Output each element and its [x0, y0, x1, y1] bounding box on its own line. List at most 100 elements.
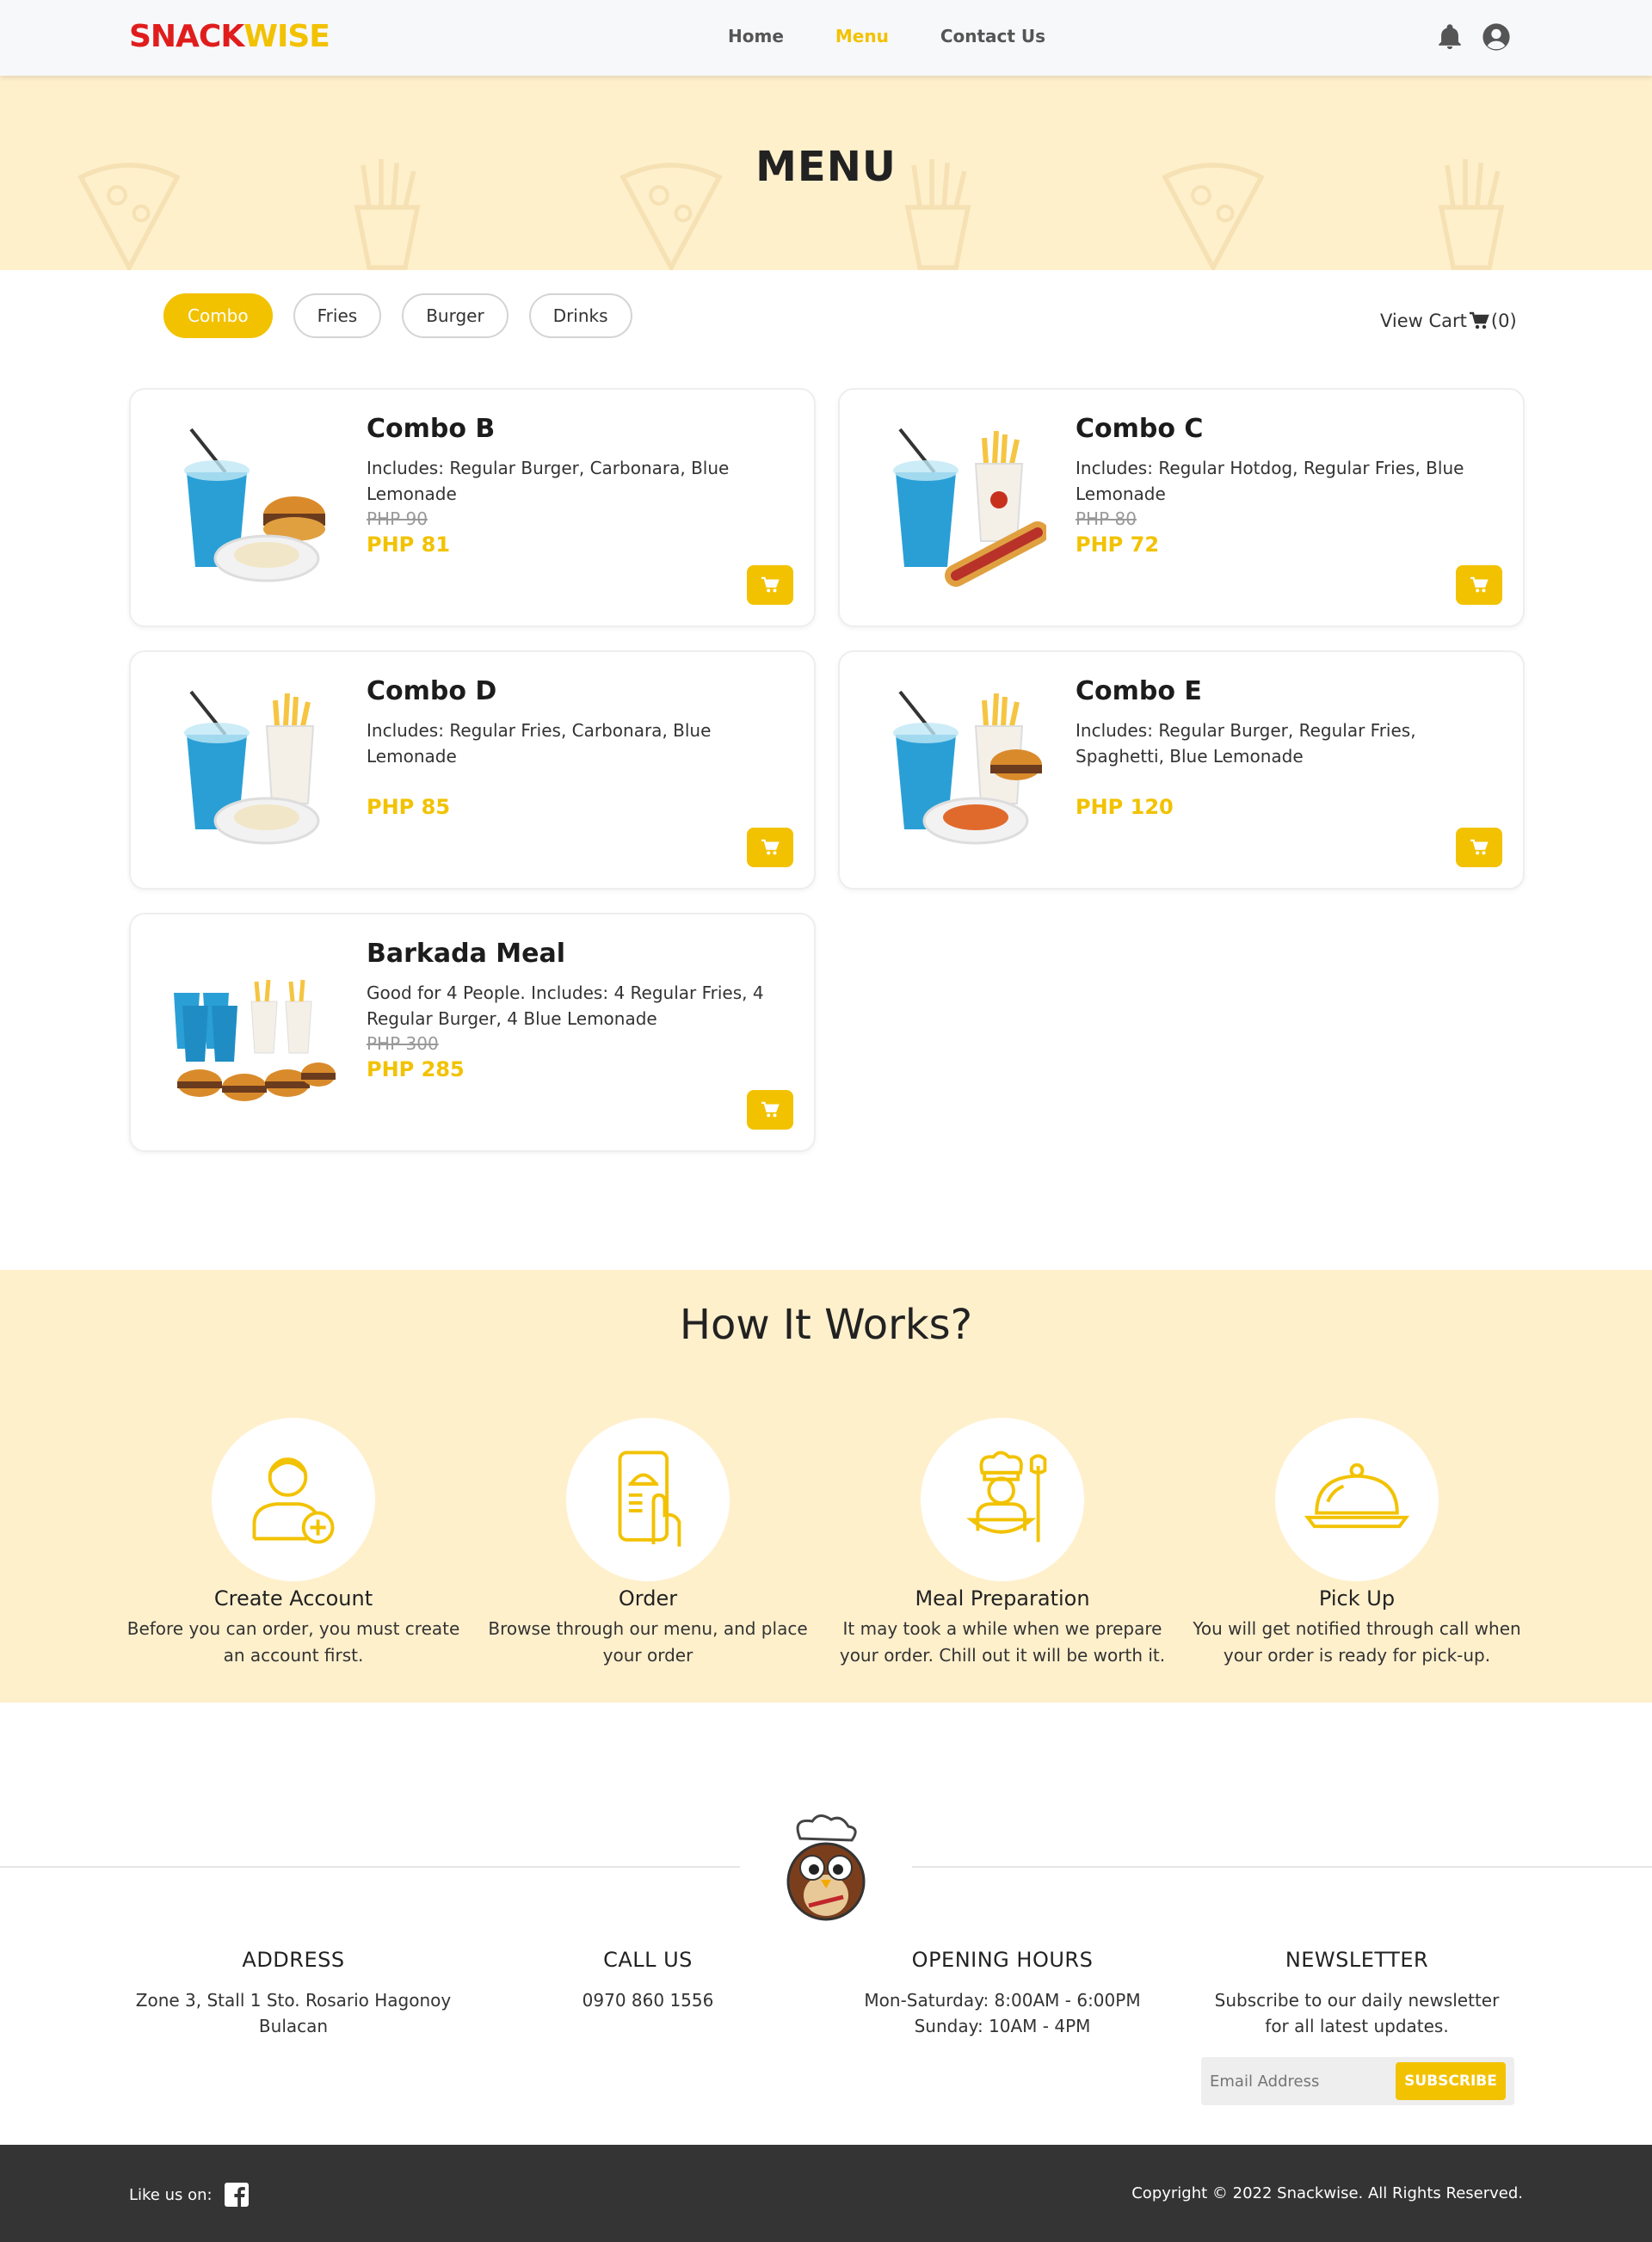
product-old-price: PHP 80	[1076, 508, 1137, 529]
step-description: Browse through our menu, and place your …	[488, 1618, 808, 1666]
product-card: Combo C Includes: Regular Hotdog, Regula…	[838, 388, 1525, 627]
cart-icon	[1469, 311, 1489, 330]
step-pick-up: Pick Up You will get notified through ca…	[1185, 1418, 1529, 1669]
product-price: PHP 120	[1076, 795, 1174, 819]
mobile-order-icon	[618, 1451, 681, 1547]
view-cart-link[interactable]: View Cart (0)	[1380, 311, 1517, 331]
product-card: Combo B Includes: Regular Burger, Carbon…	[129, 388, 816, 627]
combo-e-image	[893, 690, 1042, 845]
cart-icon	[761, 576, 780, 593]
footer-bottom-bar: Like us on: Copyright © 2022 Snackwise. …	[0, 2145, 1652, 2242]
brand-logo-part2: WISE	[243, 19, 330, 54]
add-to-cart-button[interactable]	[747, 565, 793, 605]
how-it-works-title: How It Works?	[679, 1301, 973, 1349]
cart-icon	[761, 839, 780, 855]
product-description: Includes: Regular Hotdog, Regular Fries,…	[1076, 458, 1464, 504]
barkada-meal-image	[174, 979, 336, 1101]
step-icon-circle	[921, 1418, 1084, 1581]
social-links: Like us on:	[129, 2183, 249, 2207]
step-description: It may took a while when we prepare your…	[839, 1618, 1166, 1666]
cart-icon	[761, 1101, 780, 1118]
step-title: Pick Up	[1318, 1586, 1396, 1611]
product-title: Combo C	[1076, 414, 1204, 444]
nav-link-contact[interactable]: Contact Us	[940, 26, 1045, 46]
facebook-icon[interactable]	[224, 2183, 249, 2207]
product-description: Includes: Regular Burger, Carbonara, Blu…	[367, 458, 730, 504]
phone-number[interactable]: 0970 860 1556	[471, 1987, 825, 2013]
product-old-price: PHP 90	[367, 508, 428, 529]
address-text: Zone 3, Stall 1 Sto. Rosario Hagonoy Bul…	[135, 1990, 452, 2036]
hours-weekdays: Mon-Saturday: 8:00AM - 6:00PM	[864, 1990, 1141, 2011]
footer-opening-hours: OPENING HOURS Mon-Saturday: 8:00AM - 6:0…	[825, 1948, 1180, 2039]
step-title: Order	[618, 1586, 678, 1611]
filter-drinks[interactable]: Drinks	[528, 293, 632, 338]
combo-c-image	[893, 428, 1046, 587]
product-old-price: PHP 300	[367, 1033, 439, 1054]
footer-divider	[0, 1866, 740, 1868]
step-meal-preparation: Meal Preparation It may took a while whe…	[830, 1418, 1174, 1669]
add-to-cart-button[interactable]	[1456, 828, 1502, 867]
product-card: Combo D Includes: Regular Fries, Carbona…	[129, 650, 816, 890]
footer-heading: ADDRESS	[242, 1948, 345, 1972]
nav-link-home[interactable]: Home	[728, 26, 784, 46]
brand-logo[interactable]: SNACKWISE	[129, 19, 330, 54]
step-icon-circle	[1275, 1418, 1439, 1581]
brand-logo-part1: SNACK	[129, 19, 244, 54]
category-filters: Combo Fries Burger Drinks	[163, 293, 632, 338]
product-title: Combo B	[367, 414, 496, 444]
navbar: SNACKWISE Home Menu Contact Us	[0, 0, 1652, 76]
add-user-icon	[252, 1457, 335, 1544]
add-to-cart-button[interactable]	[747, 1090, 793, 1130]
step-order: Order Browse through our menu, and place…	[476, 1418, 820, 1669]
view-cart-label: View Cart	[1380, 311, 1467, 331]
user-circle-icon[interactable]	[1482, 22, 1511, 52]
footer-newsletter: NEWSLETTER Subscribe to our daily newsle…	[1180, 1948, 1534, 2039]
serving-cloche-icon	[1304, 1463, 1410, 1529]
filter-burger[interactable]: Burger	[402, 293, 509, 338]
product-card: Barkada Meal Good for 4 People. Includes…	[129, 913, 816, 1152]
product-price: PHP 81	[367, 533, 451, 557]
step-create-account: Create Account Before you can order, you…	[121, 1418, 465, 1669]
step-description: You will get notified through call when …	[1193, 1618, 1521, 1666]
copyright-text: Copyright © 2022 Snackwise. All Rights R…	[1131, 2184, 1523, 2202]
how-it-works-section: How It Works? Create Account Before you …	[0, 1270, 1652, 1703]
step-icon-circle	[212, 1418, 375, 1581]
owl-chef-mascot-icon	[786, 1814, 866, 1921]
step-title: Meal Preparation	[915, 1586, 1090, 1611]
product-price: PHP 285	[367, 1057, 465, 1081]
chef-cooking-icon	[966, 1451, 1047, 1543]
cart-count: (0)	[1490, 311, 1517, 331]
filter-combo[interactable]: Combo	[163, 293, 273, 338]
add-to-cart-button[interactable]	[1456, 565, 1502, 605]
newsletter-form: SUBSCRIBE	[1201, 2057, 1514, 2105]
footer-address: ADDRESS Zone 3, Stall 1 Sto. Rosario Hag…	[116, 1948, 471, 2039]
newsletter-text: Subscribe to our daily newsletter for al…	[1214, 1990, 1500, 2036]
product-card: Combo E Includes: Regular Burger, Regula…	[838, 650, 1525, 890]
cart-icon	[1470, 576, 1489, 593]
nav-links: Home Menu Contact Us	[728, 26, 1045, 46]
combo-d-image	[184, 690, 320, 845]
page-title: MENU	[755, 143, 897, 191]
add-to-cart-button[interactable]	[747, 828, 793, 867]
step-icon-circle	[566, 1418, 730, 1581]
combo-b-image	[184, 428, 325, 582]
footer-call: CALL US 0970 860 1556	[471, 1948, 825, 2013]
filter-fries[interactable]: Fries	[293, 293, 382, 338]
product-price: PHP 85	[367, 795, 451, 819]
product-title: Combo E	[1076, 676, 1202, 706]
product-description: Good for 4 People. Includes: 4 Regular F…	[367, 982, 764, 1029]
footer-heading: OPENING HOURS	[911, 1948, 1094, 1972]
footer-divider	[912, 1866, 1652, 1868]
product-description: Includes: Regular Burger, Regular Fries,…	[1076, 720, 1416, 767]
nav-link-menu[interactable]: Menu	[835, 26, 889, 46]
cart-icon	[1470, 839, 1489, 855]
menu-hero-banner: MENU	[0, 76, 1652, 270]
email-field[interactable]	[1210, 2067, 1382, 2095]
bell-icon[interactable]	[1435, 22, 1464, 52]
subscribe-button[interactable]: SUBSCRIBE	[1396, 2062, 1506, 2100]
footer-heading: NEWSLETTER	[1285, 1948, 1429, 1972]
hours-sunday: Sunday: 10AM - 4PM	[914, 2016, 1091, 2036]
product-title: Combo D	[367, 676, 497, 706]
footer-heading: CALL US	[603, 1948, 693, 1972]
step-description: Before you can order, you must create an…	[126, 1618, 460, 1666]
